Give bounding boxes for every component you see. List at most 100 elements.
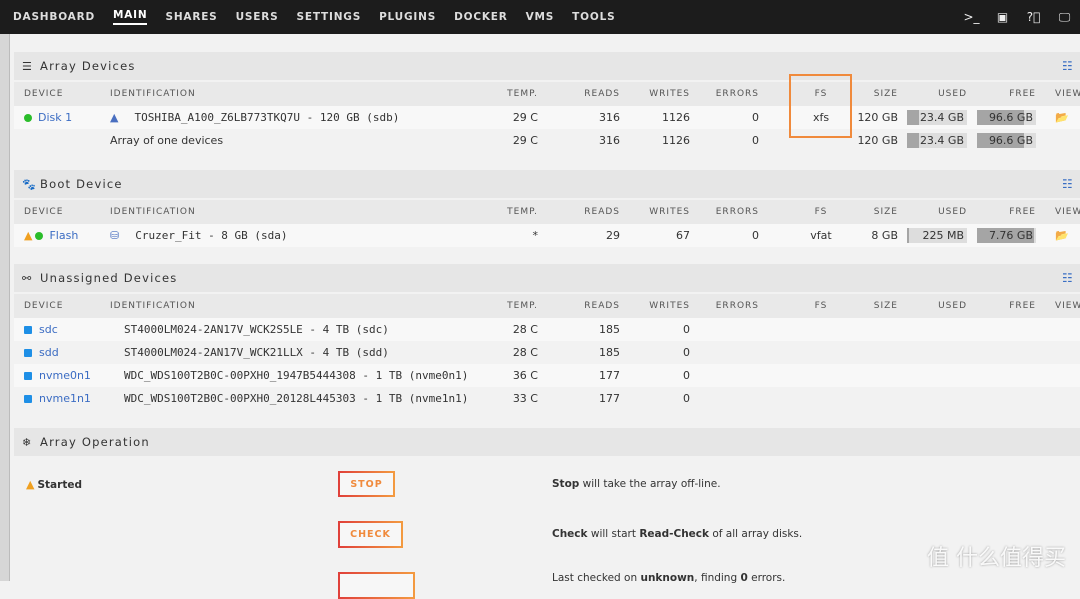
- list-view-icon[interactable]: ☷: [1062, 177, 1074, 191]
- usb-drive-icon: ⛁: [110, 229, 120, 242]
- last-check-description: Last checked on unknown, finding 0 error…: [552, 572, 786, 584]
- check-description: Check will start Read-Check of all array…: [552, 528, 803, 540]
- status-ok-icon: [24, 113, 32, 122]
- writes: 0: [683, 369, 690, 382]
- nav-vms[interactable]: VMS: [526, 11, 555, 23]
- col-fs: FS: [814, 301, 828, 311]
- nav-docker[interactable]: DOCKER: [454, 11, 508, 23]
- col-errors: ERRORS: [715, 89, 759, 99]
- col-device: DEVICE: [24, 301, 64, 311]
- stop-description: Stop will take the array off-line.: [552, 478, 721, 490]
- id-text: TOSHIBA_A100_Z6LB773TKQ7U - 120 GB (sdb): [134, 111, 400, 124]
- identification: WDC_WDS100T2B0C-00PXH0_1947B5444308 - 1 …: [124, 369, 469, 382]
- writes: 1126: [662, 134, 690, 147]
- stop-button[interactable]: STOP: [338, 471, 395, 497]
- device-link[interactable]: sdc: [39, 323, 58, 336]
- terminal-icon[interactable]: >_: [956, 10, 987, 24]
- writes: 0: [683, 346, 690, 359]
- nav-dashboard[interactable]: DASHBOARD: [13, 11, 95, 23]
- writes: 0: [683, 323, 690, 336]
- col-identification: IDENTIFICATION: [110, 89, 196, 99]
- table-row: ▲ Flash ⛁ Cruzer_Fit - 8 GB (sda) * 29 67 …: [14, 224, 1080, 247]
- device-link[interactable]: Disk 1: [38, 111, 72, 124]
- array-devices-panel: ☰ Array Devices ☷ DEVICE IDENTIFICATION TE…: [14, 52, 1080, 152]
- col-size: SIZE: [873, 207, 898, 217]
- size: 8 GB: [871, 229, 898, 242]
- boot-device-panel: 🐾 Boot Device ☷ DEVICE IDENTIFICATION TEMP…: [14, 170, 1080, 247]
- temp: 33 C: [512, 392, 538, 405]
- temp: 29 C: [512, 111, 538, 124]
- size: 120 GB: [857, 134, 898, 147]
- monitor-icon[interactable]: 🖵: [1049, 10, 1080, 25]
- col-free: FREE: [1009, 207, 1036, 217]
- writes: 67: [676, 229, 690, 242]
- nav-users[interactable]: USERS: [236, 11, 279, 23]
- table-row-total: Array of one devices 29 C 316 1126 0 120…: [14, 129, 1080, 152]
- list-view-icon[interactable]: ☷: [1062, 271, 1074, 285]
- device-cell: ▲ Flash: [24, 224, 78, 247]
- browse-folder-icon[interactable]: 📂: [1055, 106, 1069, 129]
- errors: 0: [752, 229, 759, 242]
- used-bar: 225 MB: [907, 224, 967, 247]
- device-link[interactable]: nvme1n1: [39, 392, 91, 405]
- table-header: DEVICE IDENTIFICATION TEMP. READS WRITES…: [14, 200, 1080, 224]
- col-fs: FS: [814, 207, 828, 217]
- table-row: nvme1n1 WDC_WDS100T2B0C-00PXH0_20128L445…: [14, 387, 1080, 410]
- col-temp: TEMP.: [507, 89, 538, 99]
- device-link[interactable]: sdd: [39, 346, 59, 359]
- fs: vfat: [810, 229, 832, 242]
- disk-icon: [24, 325, 32, 334]
- database-icon: ☰: [22, 59, 34, 73]
- writes: 1126: [662, 111, 690, 124]
- list-view-icon[interactable]: ☷: [1062, 59, 1074, 73]
- top-nav: DASHBOARD MAIN SHARES USERS SETTINGS PLU…: [0, 0, 1080, 34]
- warning-icon: ▲: [26, 478, 35, 491]
- temp: 36 C: [512, 369, 538, 382]
- col-used: USED: [938, 301, 967, 311]
- help-icon[interactable]: ?⃝: [1018, 10, 1049, 24]
- col-size: SIZE: [873, 89, 898, 99]
- nav-settings[interactable]: SETTINGS: [296, 11, 361, 23]
- status-text: Started: [37, 479, 82, 491]
- col-errors: ERRORS: [715, 207, 759, 217]
- history-button[interactable]: [338, 572, 415, 599]
- disk-icon: [24, 394, 32, 403]
- col-identification: IDENTIFICATION: [110, 207, 196, 217]
- nav-main[interactable]: MAIN: [112, 9, 148, 25]
- nav-plugins[interactable]: PLUGINS: [379, 11, 436, 23]
- nav-tools[interactable]: TOOLS: [572, 11, 615, 23]
- col-used: USED: [938, 89, 967, 99]
- unlink-icon: ⚯: [22, 271, 33, 285]
- errors: 0: [752, 134, 759, 147]
- col-used: USED: [938, 207, 967, 217]
- device-cell: nvme0n1: [24, 364, 91, 387]
- paw-icon: 🐾: [22, 177, 37, 191]
- errors: 0: [752, 111, 759, 124]
- device-link[interactable]: Flash: [49, 229, 78, 242]
- unassigned-devices-panel: ⚯ Unassigned Devices ☷ DEVICE IDENTIFICATI…: [14, 264, 1080, 410]
- feedback-icon[interactable]: ▣: [987, 10, 1018, 24]
- device-link[interactable]: nvme0n1: [39, 369, 91, 382]
- reads: 316: [599, 111, 620, 124]
- check-button[interactable]: CHECK: [338, 521, 403, 548]
- col-free: FREE: [1009, 301, 1036, 311]
- table-row: sdc ST4000LM024-2AN17V_WCK2S5LE - 4 TB (…: [14, 318, 1080, 341]
- reads: 29: [606, 229, 620, 242]
- col-size: SIZE: [873, 301, 898, 311]
- col-writes: WRITES: [649, 89, 690, 99]
- free-bar: 7.76 GB: [977, 224, 1036, 247]
- temp: 28 C: [512, 346, 538, 359]
- col-reads: READS: [584, 207, 620, 217]
- col-device: DEVICE: [24, 207, 64, 217]
- size: 120 GB: [857, 111, 898, 124]
- col-device: DEVICE: [24, 89, 64, 99]
- device-cell: sdc: [24, 318, 58, 341]
- table-row: Disk 1 ▲ TOSHIBA_A100_Z6LB773TKQ7U - 120 …: [14, 106, 1080, 129]
- identification: ST4000LM024-2AN17V_WCK2S5LE - 4 TB (sdc): [124, 323, 389, 336]
- nav-shares[interactable]: SHARES: [165, 11, 217, 23]
- col-temp: TEMP.: [507, 301, 538, 311]
- browse-folder-icon[interactable]: 📂: [1055, 224, 1069, 247]
- reads: 185: [599, 346, 620, 359]
- col-reads: READS: [584, 301, 620, 311]
- reads: 185: [599, 323, 620, 336]
